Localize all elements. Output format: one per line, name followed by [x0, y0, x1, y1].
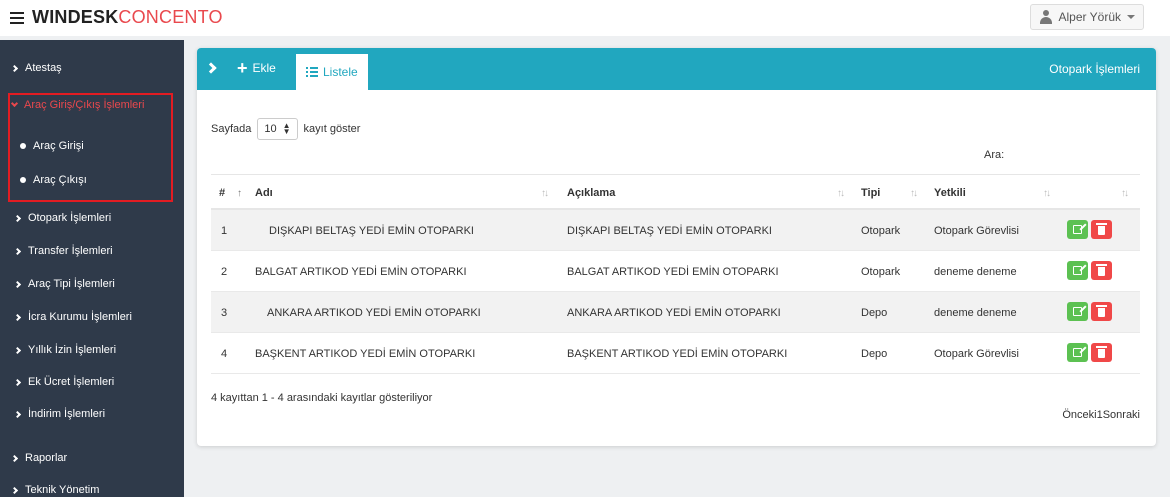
chevron-right-icon [13, 214, 22, 222]
length-suffix: kayıt göster [303, 123, 361, 135]
table-row: 1 DIŞKAPI BELTAŞ YEDİ EMİN OTOPARKI DIŞK… [211, 210, 1140, 251]
sort-asc-icon[interactable]: ↑ [237, 188, 242, 199]
menu-icon[interactable] [10, 11, 24, 24]
sidebar-item-atestas[interactable]: Atestaş [10, 62, 62, 74]
page-length-control: Sayfada 10 ▲ ▼ kayıt göster [211, 118, 360, 140]
sidebar: Atestaş Araç Giriş/Çıkış İşlemleri Araç … [0, 40, 184, 497]
column-header-auth[interactable]: Yetkili [934, 187, 966, 199]
user-icon [1039, 10, 1053, 24]
edit-icon [1073, 307, 1082, 316]
chevron-right-icon[interactable] [205, 62, 217, 74]
column-header-desc[interactable]: Açıklama [567, 187, 615, 199]
edit-button[interactable] [1067, 220, 1088, 239]
delete-button[interactable] [1091, 343, 1112, 362]
table-info: 4 kayıttan 1 - 4 arasındaki kayıtlar gös… [211, 392, 433, 404]
edit-button[interactable] [1067, 302, 1088, 321]
pagination-next[interactable]: Sonraki [1103, 409, 1140, 421]
caret-down-icon [1127, 15, 1135, 19]
panel-header: + Ekle Listele Otopark İşlemleri [197, 48, 1156, 90]
page-length-select[interactable]: 10 ▲ ▼ [257, 118, 298, 140]
chevron-right-icon [13, 346, 22, 354]
table-header: # ↑ Adı ↑↓ Açıklama ↑↓ Tipi ↑↓ Yetkili ↑… [211, 174, 1140, 210]
sidebar-item-yillik-izin[interactable]: Yıllık İzin İşlemleri [13, 344, 116, 356]
user-name: Alper Yörük [1058, 10, 1121, 24]
sidebar-item-icra-kurumu[interactable]: İcra Kurumu İşlemleri [13, 311, 132, 323]
sidebar-item-teknik-yonetim[interactable]: Teknik Yönetim [10, 484, 99, 496]
plus-icon: + [237, 58, 248, 78]
delete-button[interactable] [1091, 220, 1112, 239]
main-panel: + Ekle Listele Otopark İşlemleri Sayfada… [197, 48, 1156, 446]
sort-icon[interactable]: ↑↓ [910, 188, 918, 199]
pagination: Önceki 1 Sonraki [1062, 409, 1140, 421]
table-row: 2 BALGAT ARTIKOD YEDİ EMİN OTOPARKI BALG… [211, 251, 1140, 292]
chevron-right-icon [10, 454, 19, 462]
table-row: 4 BAŞKENT ARTIKOD YEDİ EMİN OTOPARKI BAŞ… [211, 333, 1140, 374]
tab-list[interactable]: Listele [296, 54, 368, 90]
sort-icon[interactable]: ↑↓ [541, 188, 549, 199]
select-arrows-icon: ▲ ▼ [282, 121, 291, 136]
sort-icon[interactable]: ↑↓ [1043, 188, 1051, 199]
edit-button[interactable] [1067, 261, 1088, 280]
panel-title: Otopark İşlemleri [1049, 62, 1140, 76]
brand-name-light: CONCENTO [118, 7, 223, 27]
chevron-right-icon [13, 313, 22, 321]
sidebar-item-ek-ucret[interactable]: Ek Ücret İşlemleri [13, 376, 114, 388]
column-header-no[interactable]: # [219, 187, 225, 199]
edit-icon [1073, 348, 1082, 357]
trash-icon [1096, 264, 1107, 276]
brand-name-bold: WINDESK [32, 7, 119, 27]
list-icon [306, 67, 318, 77]
sidebar-item-raporlar[interactable]: Raporlar [10, 452, 67, 464]
user-menu-button[interactable]: Alper Yörük [1029, 4, 1144, 30]
trash-icon [1096, 346, 1107, 358]
chevron-right-icon [10, 64, 19, 72]
edit-icon [1073, 225, 1082, 234]
trash-icon [1096, 305, 1107, 317]
selection-highlight [8, 93, 173, 202]
column-header-name[interactable]: Adı [255, 187, 273, 199]
sort-icon[interactable]: ↑↓ [837, 188, 845, 199]
chevron-right-icon [13, 247, 22, 255]
length-prefix: Sayfada [211, 123, 252, 135]
brand-logo[interactable]: WINDESK CONCENTO [10, 7, 223, 28]
sidebar-item-transfer[interactable]: Transfer İşlemleri [13, 245, 113, 257]
chevron-right-icon [13, 410, 22, 418]
table-row: 3 ANKARA ARTIKOD YEDİ EMİN OTOPARKI ANKA… [211, 292, 1140, 333]
edit-icon [1073, 266, 1082, 275]
chevron-right-icon [13, 378, 22, 386]
top-bar: WINDESK CONCENTO Alper Yörük [0, 0, 1170, 36]
sort-icon[interactable]: ↑↓ [1121, 188, 1129, 199]
trash-icon [1096, 223, 1107, 235]
search-label: Ara: [984, 149, 1005, 161]
delete-button[interactable] [1091, 302, 1112, 321]
sidebar-item-indirim[interactable]: İndirim İşlemleri [13, 408, 105, 420]
sidebar-item-arac-tipi[interactable]: Araç Tipi İşlemleri [13, 278, 115, 290]
chevron-right-icon [13, 280, 22, 288]
sidebar-item-otopark[interactable]: Otopark İşlemleri [13, 212, 111, 224]
pagination-prev[interactable]: Önceki [1062, 409, 1096, 421]
column-header-type[interactable]: Tipi [861, 187, 880, 199]
add-button[interactable]: + Ekle [237, 58, 276, 78]
edit-button[interactable] [1067, 343, 1088, 362]
delete-button[interactable] [1091, 261, 1112, 280]
chevron-right-icon [10, 486, 19, 494]
